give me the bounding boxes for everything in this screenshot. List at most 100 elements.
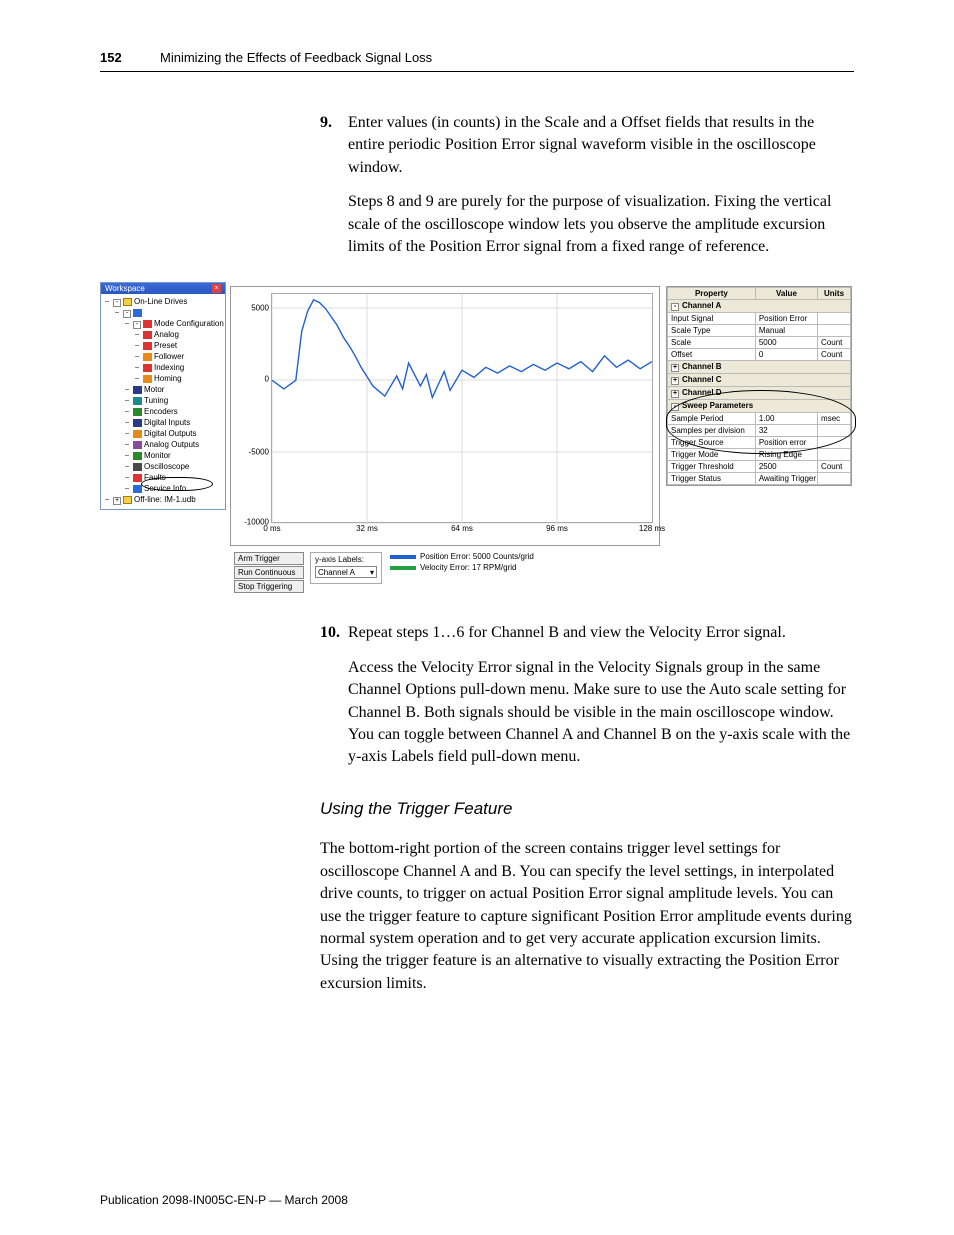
tree-item[interactable]: Oscilloscope (144, 462, 189, 471)
x-tick: 32 ms (356, 524, 378, 533)
oscilloscope-plot-window: 5000 0 -5000 -10000 0 ms 32 ms 64 ms 96 … (230, 286, 660, 546)
workspace-panel: Workspace × -On-Line Drives - -Mode Conf… (100, 282, 226, 510)
grid-row[interactable]: Trigger StatusAwaiting Trigger (668, 473, 851, 485)
running-header: 152 Minimizing the Effects of Feedback S… (100, 50, 854, 72)
step-9: 9. Enter values (in counts) in the Scale… (320, 112, 854, 258)
y-axis-labels-combo[interactable]: Channel A ▾ (315, 566, 377, 578)
grid-row[interactable]: Scale5000Count (668, 337, 851, 349)
x-tick: 64 ms (451, 524, 473, 533)
tree-item[interactable]: Analog (154, 330, 179, 339)
subheading-trigger: Using the Trigger Feature (320, 797, 854, 821)
grid-header-value: Value (755, 288, 817, 300)
tree-item[interactable]: Follower (154, 352, 184, 361)
combo-value: Channel A (318, 568, 355, 577)
y-axis-labels-title: y-axis Labels: (315, 555, 377, 564)
tree-item[interactable]: Homing (154, 374, 182, 383)
tree-item[interactable]: Digital Inputs (144, 418, 190, 427)
grid-row[interactable]: Trigger Threshold2500Count (668, 461, 851, 473)
workspace-title: Workspace (105, 284, 145, 293)
tree-item[interactable]: Faults (144, 473, 166, 482)
chevron-down-icon: ▾ (370, 568, 374, 577)
step-number: 10. (320, 622, 344, 644)
x-tick: 128 ms (639, 524, 665, 533)
section-sweep[interactable]: Sweep Parameters (682, 401, 753, 410)
arm-trigger-button[interactable]: Arm Trigger (234, 552, 304, 565)
tree-item[interactable]: Monitor (144, 451, 171, 460)
tuning-icon (133, 397, 142, 405)
collapse-icon[interactable]: - (671, 403, 679, 411)
config-icon (143, 320, 152, 328)
grid-row[interactable]: Trigger ModeRising Edge (668, 449, 851, 461)
tree-item[interactable]: Off-line: IM-1.udb (134, 495, 196, 504)
waveform (272, 294, 652, 524)
tree-item[interactable]: Digital Outputs (144, 429, 196, 438)
motor-icon (133, 386, 142, 394)
grid-row[interactable]: Offset0Count (668, 349, 851, 361)
section-channel-c[interactable]: Channel C (682, 375, 722, 384)
expand-icon[interactable]: - (133, 321, 141, 329)
x-tick: 0 ms (263, 524, 280, 533)
grid-row[interactable]: Sample Period1.00msec (668, 413, 851, 425)
collapse-icon[interactable]: - (671, 303, 679, 311)
analog-out-icon (133, 441, 142, 449)
y-tick: 5000 (251, 304, 269, 313)
workspace-tree[interactable]: -On-Line Drives - -Mode Configuration An… (103, 296, 223, 505)
trigger-paragraph: The bottom-right portion of the screen c… (320, 838, 854, 995)
legend: Position Error: 5000 Counts/grid Velocit… (390, 552, 534, 574)
grid-row[interactable]: Trigger SourcePosition error (668, 437, 851, 449)
expand-icon[interactable]: - (123, 310, 131, 318)
close-icon[interactable]: × (212, 284, 221, 293)
legend-swatch-blue (390, 555, 416, 559)
workspace-titlebar: Workspace × (101, 283, 225, 294)
legend-label-a: Position Error: 5000 Counts/grid (420, 552, 534, 561)
step-text: Enter values (in counts) in the Scale an… (348, 114, 816, 176)
tree-item[interactable]: Mode Configuration (154, 319, 224, 328)
run-continuous-button[interactable]: Run Continuous (234, 566, 304, 579)
drive-icon (133, 309, 142, 317)
expand-icon[interactable]: + (671, 364, 679, 372)
tree-item[interactable]: Preset (154, 341, 177, 350)
stop-triggering-button[interactable]: Stop Triggering (234, 580, 304, 593)
grid-row[interactable]: Input SignalPosition Error (668, 313, 851, 325)
monitor-icon (133, 452, 142, 460)
faults-icon (133, 474, 142, 482)
digital-in-icon (133, 419, 142, 427)
tree-item[interactable]: Service Info (144, 484, 186, 493)
tree-item[interactable]: On-Line Drives (134, 297, 187, 306)
grid-row[interactable]: Scale TypeManual (668, 325, 851, 337)
expand-icon[interactable]: + (113, 497, 121, 505)
grid-header-units: Units (818, 288, 851, 300)
plot-area: 5000 0 -5000 -10000 0 ms 32 ms 64 ms 96 … (271, 293, 653, 523)
folder-icon (123, 298, 132, 306)
tree-item[interactable]: Encoders (144, 407, 178, 416)
digital-out-icon (133, 430, 142, 438)
follower-icon (143, 353, 152, 361)
section-channel-d[interactable]: Channel D (682, 388, 722, 397)
homing-icon (143, 375, 152, 383)
expand-icon[interactable]: + (671, 377, 679, 385)
section-channel-a[interactable]: Channel A (682, 301, 721, 310)
tree-item[interactable]: Tuning (144, 396, 168, 405)
expand-icon[interactable]: - (113, 299, 121, 307)
section-channel-b[interactable]: Channel B (682, 362, 722, 371)
y-tick: 0 (265, 374, 269, 383)
preset-icon (143, 342, 152, 350)
step-text: Repeat steps 1…6 for Channel B and view … (348, 624, 786, 641)
grid-header-property: Property (668, 288, 756, 300)
tree-item[interactable]: Analog Outputs (144, 440, 199, 449)
x-tick: 96 ms (546, 524, 568, 533)
publication-footer: Publication 2098-IN005C-EN-P — March 200… (100, 1193, 348, 1207)
tree-item[interactable]: Indexing (154, 363, 184, 372)
grid-row[interactable]: Samples per division32 (668, 425, 851, 437)
header-title: Minimizing the Effects of Feedback Signa… (160, 50, 432, 65)
indexing-icon (143, 364, 152, 372)
service-icon (133, 485, 142, 493)
oscilloscope-screenshot: Workspace × -On-Line Drives - -Mode Conf… (100, 282, 854, 592)
scope-controls: Arm Trigger Run Continuous Stop Triggeri… (230, 550, 660, 590)
tree-item[interactable]: Motor (144, 385, 164, 394)
expand-icon[interactable]: + (671, 390, 679, 398)
y-axis-labels-group: y-axis Labels: Channel A ▾ (310, 552, 382, 584)
oscilloscope-icon (133, 463, 142, 471)
legend-swatch-green (390, 566, 416, 570)
step-para: Access the Velocity Error signal in the … (348, 657, 852, 769)
